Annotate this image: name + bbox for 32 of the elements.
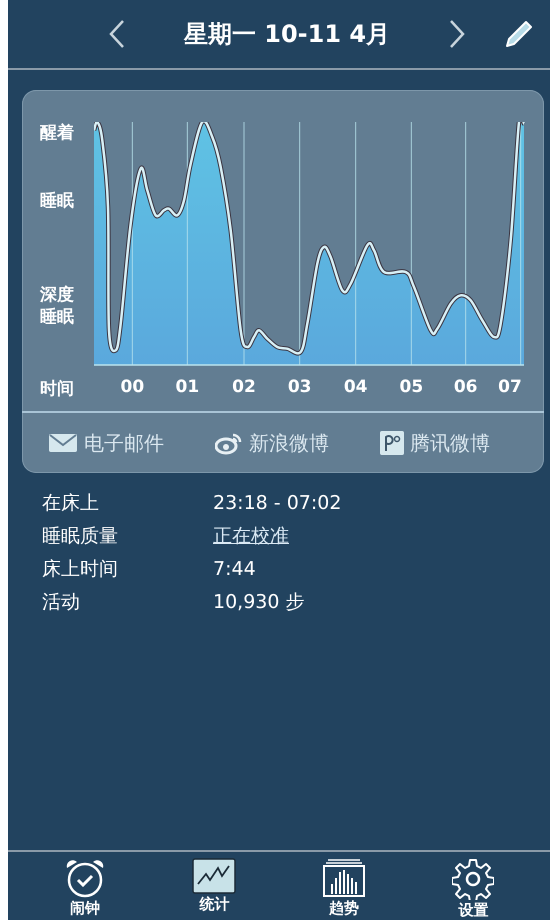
x-axis-label: 07 — [498, 377, 522, 397]
stat-value: 7:44 — [213, 557, 256, 582]
x-axis-label: 00 — [120, 377, 144, 397]
bar-chart-icon — [322, 858, 366, 898]
y-axis-label: 睡眠 — [40, 190, 75, 212]
x-axis-label: 01 — [176, 377, 200, 397]
letter-p-icon — [380, 431, 404, 455]
x-axis-label: 02 — [232, 377, 256, 397]
tab-bar-item[interactable]: 设置 — [428, 852, 518, 920]
x-axis-label: 04 — [344, 377, 368, 397]
line-chart-icon — [192, 858, 236, 894]
tab-bar-item[interactable]: 趋势 — [298, 852, 389, 920]
y-axis-label: 深度睡眠 — [40, 284, 75, 328]
stat-label: 床上时间 — [42, 557, 119, 582]
eye-icon — [215, 431, 243, 455]
y-axis-label: 醒着 — [40, 122, 75, 144]
stat-link[interactable]: 正在校准 — [213, 522, 289, 550]
stat-label: 睡眠质量 — [42, 524, 119, 549]
x-axis-label: 06 — [454, 377, 478, 397]
stat-label: 在床上 — [42, 491, 100, 516]
tab-bar-item[interactable]: 统计 — [169, 852, 260, 920]
x-axis-title: 时间 — [39, 378, 75, 401]
date-title: 星期一 10-11 4月 — [182, 19, 392, 50]
x-axis-label: 03 — [288, 377, 312, 397]
alarm-clock-icon — [64, 858, 106, 898]
stat-value: 23:18 - 07:02 — [213, 491, 342, 516]
stat-value: 10,930 步 — [213, 590, 305, 615]
tab-bar-item[interactable]: 闹钟 — [40, 852, 130, 920]
envelope-icon — [48, 433, 78, 453]
settings-icon — [452, 858, 494, 900]
stat-label: 活动 — [42, 590, 81, 615]
x-axis-label: 05 — [400, 377, 424, 397]
